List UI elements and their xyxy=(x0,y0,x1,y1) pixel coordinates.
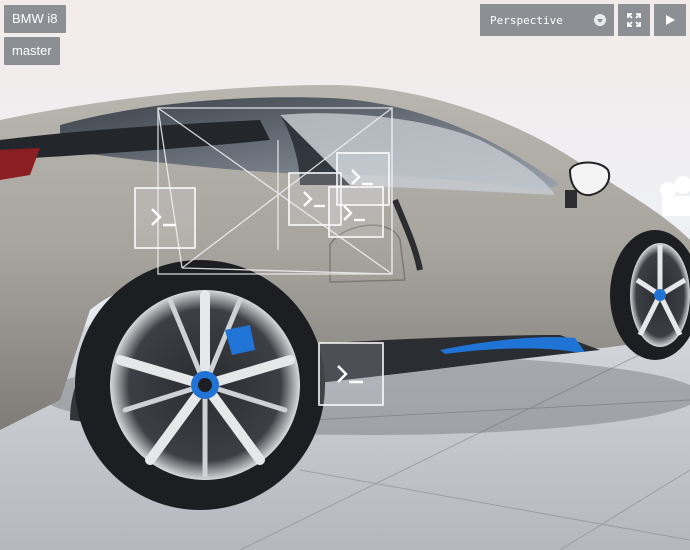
terminal-icon xyxy=(337,365,363,384)
script-helper-sill[interactable] xyxy=(318,342,384,406)
fullscreen-button[interactable] xyxy=(618,4,650,36)
terminal-icon xyxy=(343,205,365,222)
project-name-label[interactable]: BMW i8 xyxy=(4,5,66,33)
play-icon xyxy=(666,15,675,25)
car-render xyxy=(0,85,690,550)
script-helper-left[interactable] xyxy=(134,187,196,249)
chevron-down-icon xyxy=(594,14,606,26)
3d-viewport[interactable]: BMW i8 master Perspective xyxy=(0,0,690,550)
camera-helper xyxy=(660,176,690,216)
branch-label[interactable]: master xyxy=(4,37,60,65)
camera-mode-label: Perspective xyxy=(490,13,563,27)
rear-wheel xyxy=(75,260,325,510)
play-button[interactable] xyxy=(654,4,686,36)
script-helper-door-2[interactable] xyxy=(328,186,384,238)
fullscreen-icon xyxy=(627,13,641,27)
terminal-icon xyxy=(151,208,176,227)
camera-mode-dropdown[interactable]: Perspective xyxy=(480,4,614,36)
viewport-toolbar: Perspective xyxy=(480,4,686,36)
